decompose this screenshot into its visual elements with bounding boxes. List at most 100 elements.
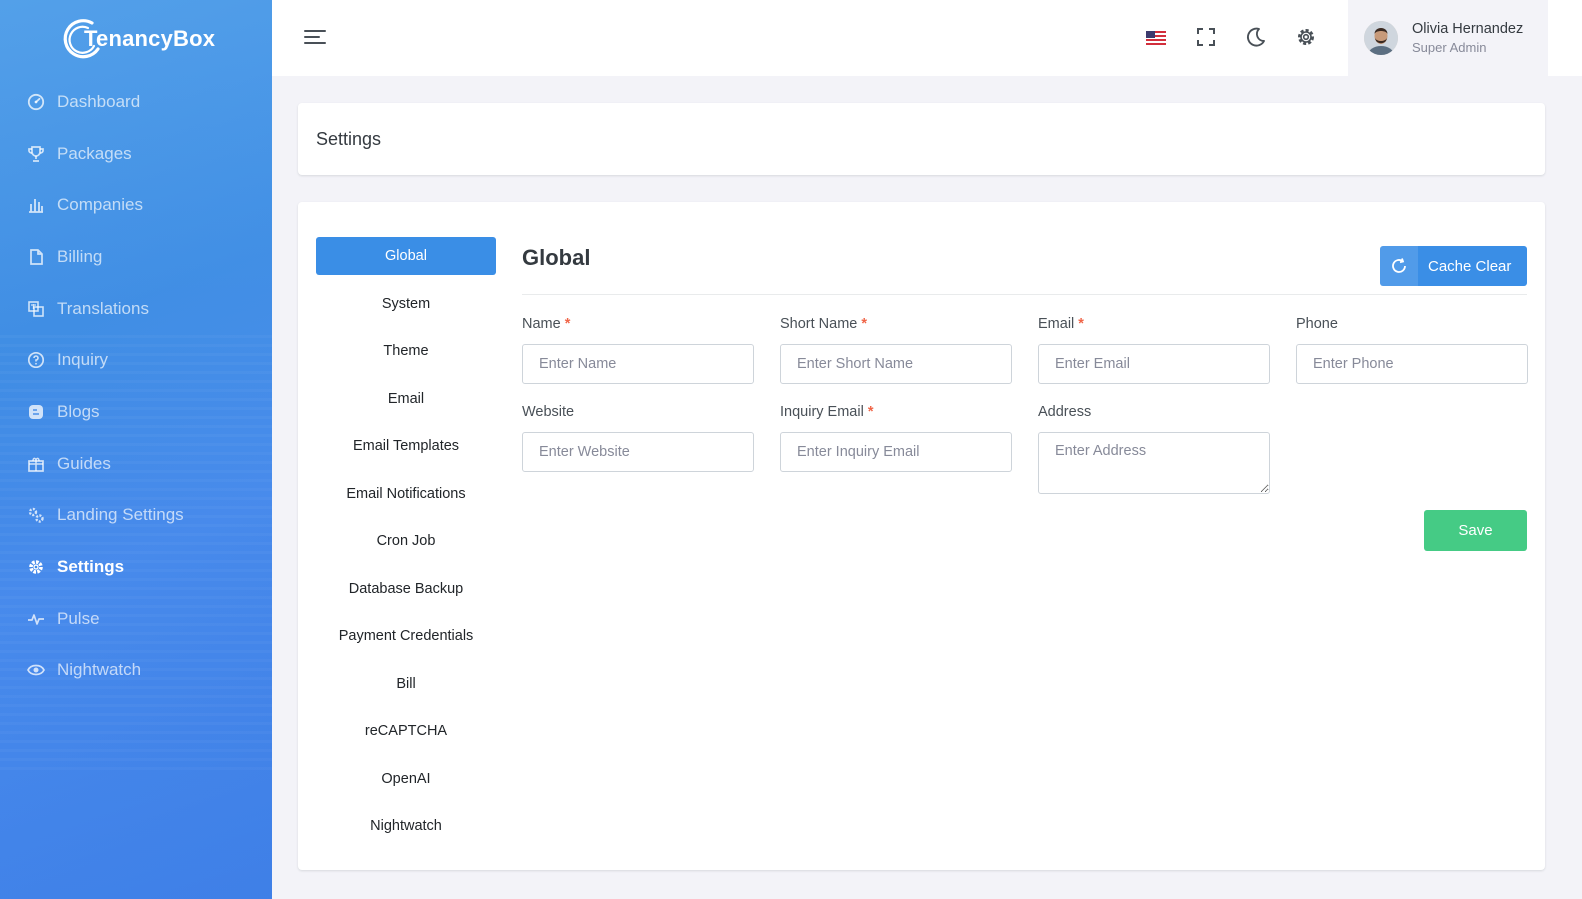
user-name: Olivia Hernandez [1412, 21, 1524, 37]
user-avatar-icon [1364, 21, 1398, 55]
sidebar-item-label: Translations [57, 298, 149, 318]
website-input[interactable] [522, 432, 754, 472]
save-button[interactable]: Save [1424, 510, 1527, 551]
pane-header: Global Cache Clear [522, 237, 1527, 295]
refresh-icon [1380, 246, 1418, 286]
sidebar-item-label: Landing Settings [57, 505, 184, 525]
sidebar-item-nightwatch[interactable]: Nightwatch [0, 645, 272, 697]
page-title: Settings [316, 128, 382, 149]
tab-theme[interactable]: Theme [316, 328, 496, 376]
required-mark: * [1078, 316, 1084, 332]
dark-mode-toggle[interactable] [1242, 23, 1270, 51]
tab-recaptcha[interactable]: reCAPTCHA [316, 708, 496, 756]
email-input[interactable] [1038, 344, 1270, 384]
website-field-group: Website [522, 404, 754, 472]
required-mark: * [867, 404, 874, 420]
translate-icon [27, 300, 45, 318]
sidebar-item-label: Companies [57, 195, 143, 215]
sidebar-item-label: Billing [57, 246, 103, 266]
sidebar-item-packages[interactable]: Packages [0, 128, 272, 180]
address-label: Address [1038, 404, 1092, 420]
eye-icon [27, 661, 45, 679]
sidebar-nav: Dashboard Packages Companies Billing Tra… [0, 76, 272, 696]
tab-global[interactable]: Global [316, 237, 496, 275]
gear-icon [27, 558, 45, 576]
tab-email[interactable]: Email [316, 375, 496, 423]
sidebar-item-pulse[interactable]: Pulse [0, 593, 272, 645]
settings-gear-button[interactable] [1292, 23, 1320, 51]
phone-label: Phone [1296, 316, 1338, 332]
phone-input[interactable] [1296, 344, 1528, 384]
tab-email-templates[interactable]: Email Templates [316, 423, 496, 471]
tab-openai[interactable]: OpenAI [316, 755, 496, 803]
sidebar-item-label: Guides [57, 453, 111, 473]
required-mark: * [564, 316, 571, 332]
pane-title: Global [522, 245, 591, 270]
tab-system[interactable]: System [316, 280, 496, 328]
sidebar-item-label: Pulse [57, 608, 100, 628]
sidebar-item-label: Packages [57, 143, 132, 163]
settings-card: Global System Theme Email Email Template… [298, 202, 1545, 870]
sidebar-item-label: Nightwatch [57, 660, 142, 680]
cache-clear-button[interactable]: Cache Clear [1380, 246, 1527, 286]
fullscreen-icon [1197, 28, 1215, 46]
global-settings-pane: Global Cache Clear Name * Short Name * E… [522, 237, 1528, 551]
sidebar-item-guides[interactable]: Guides [0, 438, 272, 490]
tab-database-backup[interactable]: Database Backup [316, 565, 496, 613]
sidebar-item-landing-settings[interactable]: Landing Settings [0, 490, 272, 542]
page-title-card: Settings [298, 103, 1545, 175]
gear-icon [1298, 29, 1314, 45]
sidebar-item-translations[interactable]: Translations [0, 283, 272, 335]
book-icon [27, 455, 45, 473]
bar-chart-icon [27, 196, 45, 214]
tab-bill[interactable]: Bill [316, 660, 496, 708]
sidebar-item-billing[interactable]: Billing [0, 231, 272, 283]
sidebar-item-dashboard[interactable]: Dashboard [0, 76, 272, 128]
short-name-input[interactable] [780, 344, 1012, 384]
brand-logo[interactable]: TenancyBox [58, 14, 215, 64]
sidebar-item-label: Inquiry [57, 350, 109, 370]
sidebar-item-inquiry[interactable]: Inquiry [0, 334, 272, 386]
avatar [1364, 21, 1398, 55]
sidebar: TenancyBox Dashboard Packages Companies … [0, 0, 272, 899]
short-name-label: Short Name * [780, 316, 868, 332]
email-field-group: Email * [1038, 316, 1270, 384]
logo-mark-icon [63, 19, 100, 59]
question-circle-icon [27, 351, 45, 369]
sidebar-item-settings[interactable]: Settings [0, 541, 272, 593]
settings-tabs: Global System Theme Email Email Template… [316, 237, 496, 850]
language-flag-button[interactable] [1142, 24, 1170, 52]
sidebar-item-label: Settings [57, 557, 125, 577]
inquiry-email-input[interactable] [780, 432, 1012, 472]
trophy-icon [27, 145, 45, 163]
file-icon [27, 248, 45, 266]
sidebar-item-companies[interactable]: Companies [0, 179, 272, 231]
name-input[interactable] [522, 344, 754, 384]
tab-cron-job[interactable]: Cron Job [316, 518, 496, 566]
blog-icon [27, 403, 45, 421]
phone-field-group: Phone [1296, 316, 1528, 384]
address-field-group: Address [1038, 404, 1270, 499]
short-name-field-group: Short Name * [780, 316, 1012, 384]
required-mark: * [861, 316, 868, 332]
menu-toggle-button[interactable] [304, 28, 326, 46]
tab-payment-credentials[interactable]: Payment Credentials [316, 613, 496, 661]
gears-icon [27, 506, 45, 524]
fullscreen-button[interactable] [1192, 23, 1220, 51]
address-textarea[interactable] [1038, 432, 1270, 494]
pulse-icon [27, 610, 45, 628]
us-flag-icon [1146, 31, 1166, 45]
sidebar-item-label: Blogs [57, 401, 100, 421]
website-label: Website [522, 404, 575, 420]
email-label: Email * [1038, 316, 1084, 332]
tab-nightwatch[interactable]: Nightwatch [316, 803, 496, 851]
sidebar-item-blogs[interactable]: Blogs [0, 386, 272, 438]
sidebar-item-label: Dashboard [57, 91, 141, 111]
name-label: Name * [522, 316, 571, 332]
dashboard-icon [27, 93, 45, 111]
inquiry-email-field-group: Inquiry Email * [780, 404, 1012, 472]
user-menu[interactable]: Olivia Hernandez Super Admin [1348, 0, 1548, 76]
topbar: Olivia Hernandez Super Admin [272, 0, 1582, 76]
tab-email-notifications[interactable]: Email Notifications [316, 470, 496, 518]
name-field-group: Name * [522, 316, 754, 384]
